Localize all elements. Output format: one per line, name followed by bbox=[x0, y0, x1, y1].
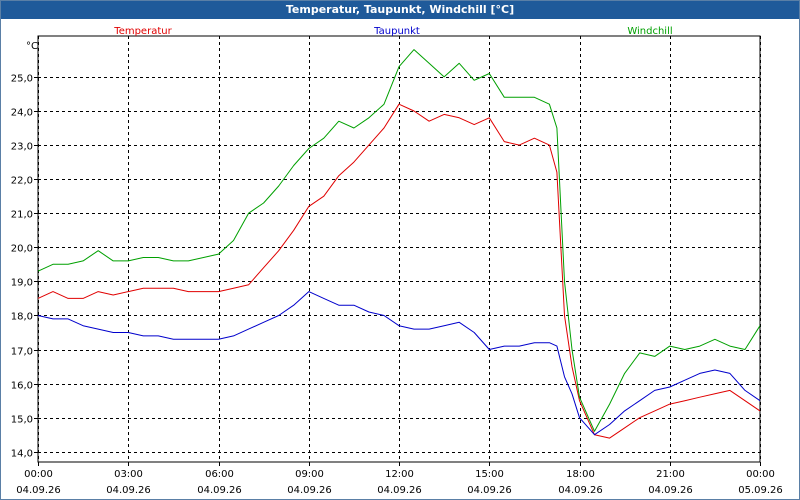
y-tick-label: 25,0 bbox=[11, 74, 33, 85]
x-tick-date-label: 05.09.26 bbox=[738, 485, 783, 496]
x-tick-time-label: 21:00 bbox=[656, 469, 685, 480]
x-tick-date-label: 04.09.26 bbox=[287, 485, 332, 496]
legend: Temperatur Taupunkt Windchill bbox=[113, 26, 672, 37]
line-chart: 14,0 15,0 16,0 17,0 18,0 19,0 20,0 21,0 22,0 23,0… bbox=[11, 26, 783, 496]
x-tick-time-label: 12:00 bbox=[385, 469, 414, 480]
y-axis-tick-labels: 14,0 15,0 16,0 17,0 18,0 19,0 20,0 21,0 22,0 23,0… bbox=[11, 74, 33, 460]
x-tick-time-label: 00:00 bbox=[746, 469, 775, 480]
y-tick-label: 19,0 bbox=[11, 278, 33, 289]
y-tick-label: 14,0 bbox=[11, 449, 33, 460]
x-tick-time-label: 06:00 bbox=[205, 469, 234, 480]
x-axis-tick-labels: 00:00 04.09.26 03:00 04.09.26 06:00 04.09.26 0… bbox=[16, 469, 783, 496]
x-tick-time-label: 03:00 bbox=[114, 469, 143, 480]
x-tick-time-label: 15:00 bbox=[475, 469, 504, 480]
legend-temperatur: Temperatur bbox=[113, 26, 172, 37]
x-tick-date-label: 04.09.26 bbox=[467, 485, 512, 496]
x-tick-time-label: 18:00 bbox=[566, 469, 595, 480]
x-tick-date-label: 04.09.26 bbox=[16, 485, 61, 496]
y-tick-label: 23,0 bbox=[11, 142, 33, 153]
x-tick-time-label: 09:00 bbox=[295, 469, 324, 480]
x-tick-time-label: 00:00 bbox=[24, 469, 53, 480]
x-tick-date-label: 04.09.26 bbox=[197, 485, 242, 496]
y-tick-label: 16,0 bbox=[11, 381, 33, 392]
y-tick-label: 18,0 bbox=[11, 312, 33, 323]
legend-taupunkt: Taupunkt bbox=[373, 26, 420, 37]
x-tick-date-label: 04.09.26 bbox=[558, 485, 603, 496]
y-tick-label: 20,0 bbox=[11, 244, 33, 255]
y-tick-label: 24,0 bbox=[11, 108, 33, 119]
x-tick-date-label: 04.09.26 bbox=[648, 485, 693, 496]
y-tick-label: 17,0 bbox=[11, 347, 33, 358]
x-tick-date-label: 04.09.26 bbox=[106, 485, 151, 496]
y-tick-label: 15,0 bbox=[11, 415, 33, 426]
y-tick-label: 21,0 bbox=[11, 210, 33, 221]
y-tick-label: 22,0 bbox=[11, 176, 33, 187]
y-axis-unit-label: °C bbox=[26, 41, 38, 52]
x-tick-date-label: 04.09.26 bbox=[377, 485, 422, 496]
legend-windchill: Windchill bbox=[627, 26, 672, 37]
